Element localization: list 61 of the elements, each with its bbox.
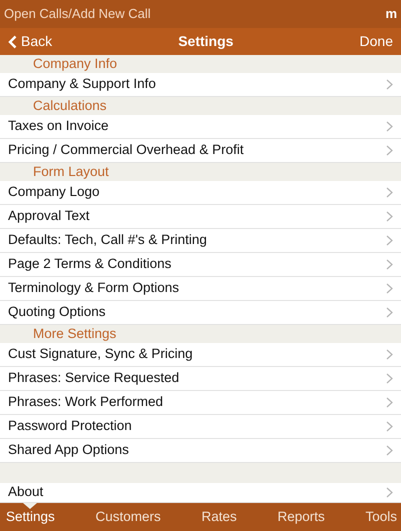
chevron-right-icon — [386, 121, 393, 132]
settings-row[interactable]: Pricing / Commercial Overhead & Profit — [0, 139, 401, 163]
tab[interactable]: Reports — [275, 503, 327, 531]
selected-indicator — [23, 503, 38, 509]
row-label: Defaults: Tech, Call #'s & Printing — [8, 231, 207, 250]
tab[interactable]: Rates — [199, 503, 239, 531]
settings-row[interactable]: Company & Support Info — [0, 73, 401, 97]
settings-row[interactable]: Quoting Options — [0, 301, 401, 325]
row-label: Phrases: Work Performed — [8, 393, 164, 412]
back-button[interactable]: Back — [8, 31, 52, 52]
carrier-text: Open Calls/Add New Call — [4, 5, 151, 24]
row-label: Approval Text — [8, 207, 90, 226]
row-label: Page 2 Terms & Conditions — [8, 255, 172, 274]
chevron-right-icon — [386, 373, 393, 384]
chevron-right-icon — [386, 397, 393, 408]
settings-row[interactable]: Defaults: Tech, Call #'s & Printing — [0, 229, 401, 253]
chevron-right-icon — [386, 259, 393, 270]
row-label: Quoting Options — [8, 303, 106, 322]
settings-row[interactable]: Password Protection — [0, 415, 401, 439]
status-text: m — [385, 5, 397, 24]
settings-row[interactable]: Approval Text — [0, 205, 401, 229]
settings-row[interactable]: Shared App Options — [0, 439, 401, 463]
settings-row[interactable]: Company Logo — [0, 181, 401, 205]
section-header: More Settings — [32, 325, 118, 343]
row-label: Cust Signature, Sync & Pricing — [8, 345, 193, 364]
settings-row[interactable]: Phrases: Work Performed — [0, 391, 401, 415]
row-label: Password Protection — [8, 417, 132, 436]
chevron-right-icon — [386, 349, 393, 360]
chevron-right-icon — [386, 211, 393, 222]
chevron-right-icon — [386, 487, 393, 498]
settings-row[interactable]: About — [0, 483, 401, 503]
settings-row[interactable]: Terminology & Form Options — [0, 277, 401, 301]
row-label: Terminology & Form Options — [8, 279, 180, 298]
chevron-right-icon — [386, 445, 393, 456]
row-label: Taxes on Invoice — [8, 117, 109, 136]
tab[interactable]: Customers — [94, 503, 163, 531]
section-header: Calculations — [32, 97, 108, 115]
row-label: Pricing / Commercial Overhead & Profit — [8, 141, 244, 160]
row-label: Phrases: Service Requested — [8, 369, 180, 388]
screen-title: Settings — [178, 32, 234, 51]
chevron-left-icon — [8, 34, 17, 48]
settings-row[interactable]: Taxes on Invoice — [0, 115, 401, 139]
row-label: About — [8, 483, 44, 502]
chevron-right-icon — [386, 79, 393, 90]
section-header: Form Layout — [32, 163, 110, 181]
done-button[interactable]: Done — [360, 31, 393, 52]
row-label: Shared App Options — [8, 441, 129, 460]
tab[interactable]: Settings — [4, 503, 57, 531]
chevron-right-icon — [386, 187, 393, 198]
row-label: Company & Support Info — [8, 75, 156, 94]
chevron-right-icon — [386, 307, 393, 318]
row-label: Company Logo — [8, 183, 100, 202]
chevron-right-icon — [386, 235, 393, 246]
settings-row[interactable]: Phrases: Service Requested — [0, 367, 401, 391]
tab[interactable]: Tools — [363, 503, 399, 531]
settings-row[interactable]: Cust Signature, Sync & Pricing — [0, 343, 401, 367]
settings-row[interactable]: Page 2 Terms & Conditions — [0, 253, 401, 277]
chevron-right-icon — [386, 145, 393, 156]
chevron-right-icon — [386, 421, 393, 432]
section-header: Company Info — [32, 55, 118, 73]
chevron-right-icon — [386, 283, 393, 294]
